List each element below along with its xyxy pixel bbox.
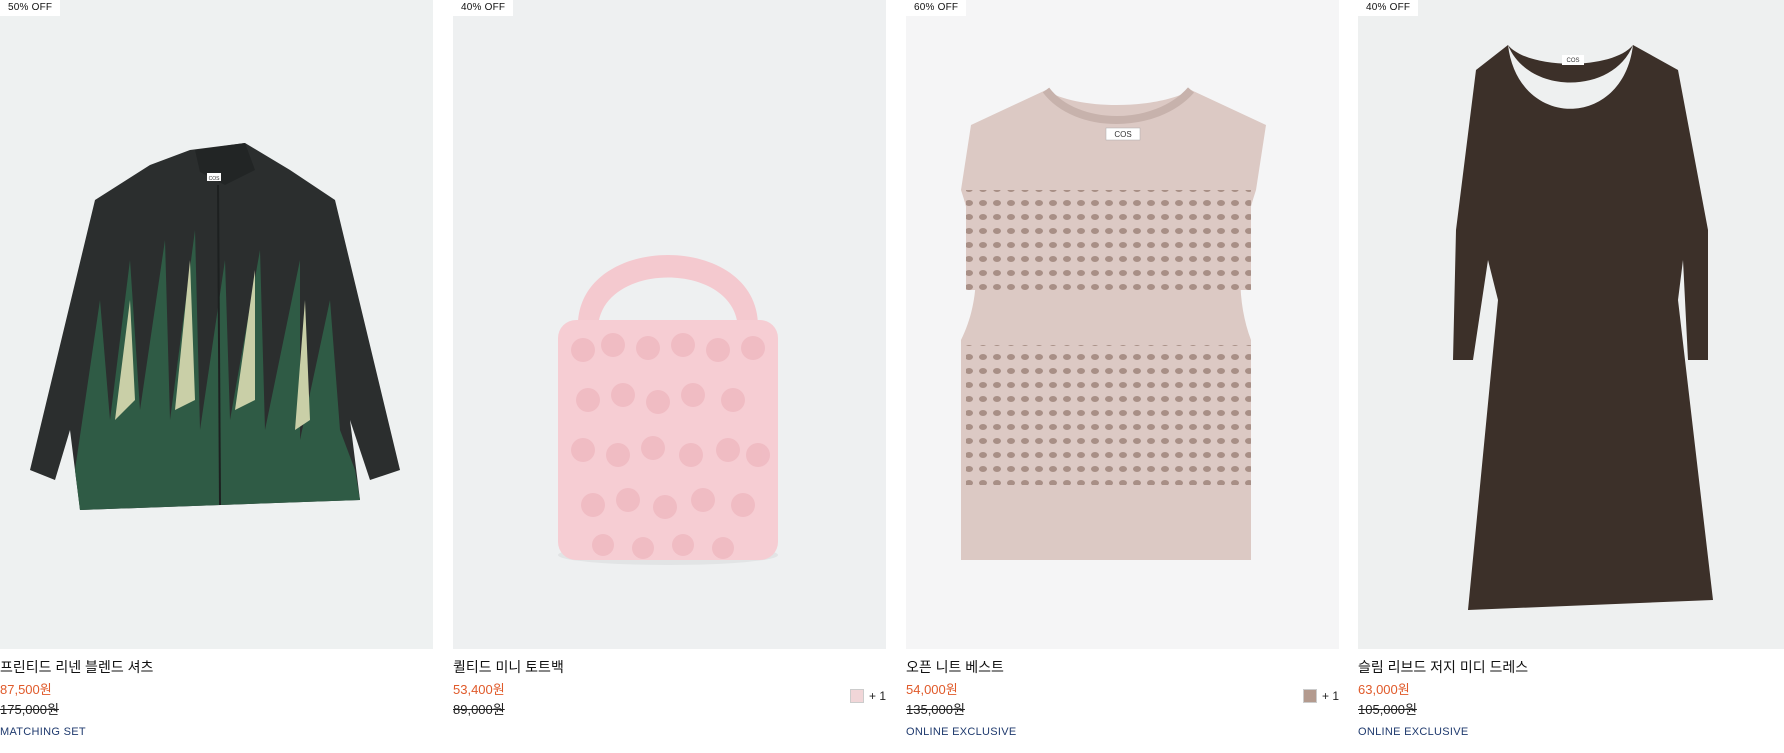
product-title[interactable]: 슬림 리브드 저지 미디 드레스 (1358, 659, 1784, 676)
product-tag: ONLINE EXCLUSIVE (906, 726, 1017, 738)
sale-price: 53,400원 (453, 682, 505, 697)
color-swatches[interactable]: + 1 (1302, 689, 1339, 703)
product-tag: MATCHING SET (0, 726, 86, 738)
sale-price: 87,500원 (0, 682, 52, 697)
product-card[interactable]: 40% OFF COS 슬림 리브드 저지 미디 드레스 63,000원 105… (1358, 0, 1784, 739)
discount-badge: 50% OFF (0, 0, 61, 16)
dress-image: COS (1358, 0, 1784, 649)
tote-bag-image (453, 0, 886, 649)
product-grid: 50% OFF COS 프린티드 리넨 블렌드 셔츠 87,500원 175,0… (0, 0, 1784, 753)
original-price: 135,000원 (906, 702, 965, 717)
discount-badge: 40% OFF (1358, 0, 1419, 16)
product-image[interactable]: 60% OFF COS (906, 0, 1339, 649)
product-card[interactable]: 60% OFF COS 오픈 니트 베스트 54,000원 135,000원 O… (906, 0, 1339, 739)
discount-badge: 60% OFF (906, 0, 967, 16)
brand-label-text: COS (1566, 58, 1579, 64)
product-title[interactable]: 프린티드 리넨 블렌드 셔츠 (0, 659, 433, 676)
shirt-image: COS (0, 0, 433, 649)
product-info: 프린티드 리넨 블렌드 셔츠 87,500원 175,000원 MATCHING… (0, 649, 433, 739)
more-colors-count: + 1 (868, 689, 886, 703)
original-price: 105,000원 (1358, 702, 1417, 717)
more-colors-count: + 1 (1321, 689, 1339, 703)
color-swatch[interactable] (849, 689, 864, 703)
product-info: 슬림 리브드 저지 미디 드레스 63,000원 105,000원 ONLINE… (1358, 649, 1784, 739)
brand-label-text: COS (1114, 130, 1131, 139)
product-info: 오픈 니트 베스트 54,000원 135,000원 ONLINE EXCLUS… (906, 649, 1339, 739)
sale-price: 63,000원 (1358, 682, 1410, 697)
discount-badge: 40% OFF (453, 0, 514, 16)
product-info: 퀼티드 미니 토트백 53,400원 89,000원 + 1 (453, 649, 886, 718)
knit-vest-image: COS (906, 0, 1339, 649)
product-title[interactable]: 오픈 니트 베스트 (906, 659, 1339, 676)
color-swatches[interactable]: + 1 (849, 689, 886, 703)
original-price: 89,000원 (453, 702, 505, 717)
color-swatch[interactable] (1302, 689, 1317, 703)
product-tag: ONLINE EXCLUSIVE (1358, 726, 1469, 738)
product-card[interactable]: 40% OFF 퀼티드 미니 토트백 53,400원 89,000원 + 1 (453, 0, 886, 718)
sale-price: 54,000원 (906, 682, 958, 697)
product-image[interactable]: 50% OFF COS (0, 0, 433, 649)
product-card[interactable]: 50% OFF COS 프린티드 리넨 블렌드 셔츠 87,500원 175,0… (0, 0, 433, 739)
product-title[interactable]: 퀼티드 미니 토트백 (453, 659, 886, 676)
original-price: 175,000원 (0, 702, 59, 717)
brand-label-text: COS (209, 176, 221, 182)
product-image[interactable]: 40% OFF (453, 0, 886, 649)
product-image[interactable]: 40% OFF COS (1358, 0, 1784, 649)
